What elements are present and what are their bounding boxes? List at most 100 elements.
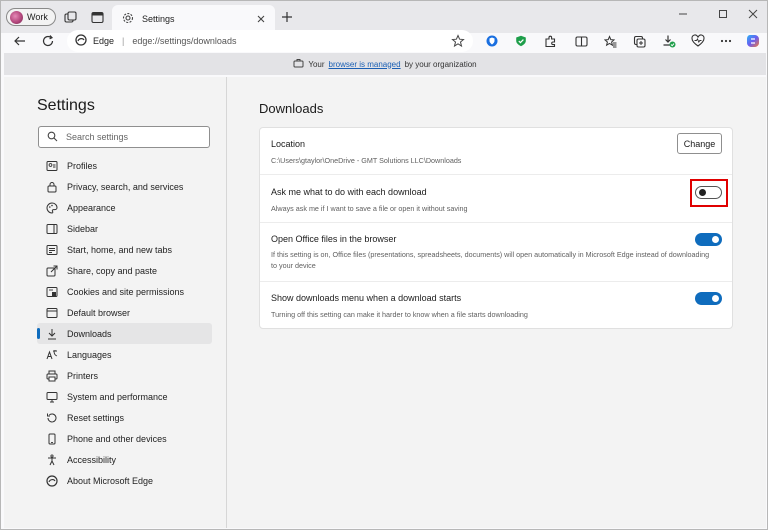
location-title: Location bbox=[271, 139, 306, 149]
location-path: C:\Users\gtaylor\OneDrive - GMT Solution… bbox=[271, 156, 462, 165]
sidebar-item-label: About Microsoft Edge bbox=[67, 475, 154, 486]
address-brand: Edge bbox=[93, 36, 115, 46]
new-tab-icon[interactable] bbox=[280, 10, 294, 24]
language-icon bbox=[46, 349, 58, 361]
vertical-tabs-icon[interactable] bbox=[89, 9, 105, 25]
sidebar-item-share-copy[interactable]: Share, copy and paste bbox=[37, 260, 212, 281]
ask-download-desc: Always ask me if I want to save a file o… bbox=[271, 204, 468, 213]
gear-icon bbox=[122, 12, 134, 26]
sidebar-item-label: Languages bbox=[67, 349, 112, 360]
close-window-icon[interactable] bbox=[746, 7, 760, 21]
sidebar-item-printers[interactable]: Printers bbox=[37, 365, 212, 386]
sidebar-item-sidebar[interactable]: Sidebar bbox=[37, 218, 212, 239]
sidebar-item-phone[interactable]: Phone and other devices bbox=[37, 428, 212, 449]
page-title: Downloads bbox=[259, 101, 324, 116]
extensions-puzzle-icon[interactable] bbox=[542, 33, 558, 49]
downloads-menu-toggle[interactable] bbox=[695, 292, 722, 305]
sidebar-item-privacy[interactable]: Privacy, search, and services bbox=[37, 176, 212, 197]
accessibility-icon bbox=[46, 453, 58, 466]
change-location-button[interactable]: Change bbox=[677, 133, 722, 154]
download-icon bbox=[46, 328, 58, 340]
avatar bbox=[10, 10, 23, 24]
lock-icon bbox=[46, 181, 58, 193]
extension-blue-shield-icon[interactable] bbox=[484, 33, 500, 49]
copilot-icon[interactable] bbox=[745, 33, 761, 49]
sidebar-item-label: Privacy, search, and services bbox=[67, 181, 184, 192]
sidebar-item-label: Appearance bbox=[67, 202, 116, 213]
address-url[interactable]: edge://settings/downloads bbox=[132, 36, 236, 46]
sidebar-item-appearance[interactable]: Appearance bbox=[37, 197, 212, 218]
ask-download-title: Ask me what to do with each download bbox=[271, 187, 427, 197]
sidebar-item-label: Accessibility bbox=[67, 454, 117, 465]
downloads-toolbar-icon[interactable] bbox=[661, 33, 677, 49]
managed-link[interactable]: browser is managed bbox=[329, 60, 401, 69]
sidebar-item-label: Reset settings bbox=[67, 412, 125, 423]
sidebar-item-languages[interactable]: Languages bbox=[37, 344, 212, 365]
sidebar-item-label: System and performance bbox=[67, 391, 168, 402]
sidebar-item-label: Default browser bbox=[67, 307, 131, 318]
sidebar-item-reset[interactable]: Reset settings bbox=[37, 407, 212, 428]
edge-icon bbox=[46, 474, 58, 487]
tab-close-icon[interactable] bbox=[255, 13, 267, 25]
managed-suffix: by your organization bbox=[404, 59, 477, 69]
sidebar-item-default-browser[interactable]: Default browser bbox=[37, 302, 212, 323]
sidebar-icon bbox=[46, 223, 58, 235]
managed-prefix: Your bbox=[308, 59, 325, 69]
address-separator: | bbox=[122, 36, 125, 46]
sidebar-item-start-home[interactable]: Start, home, and new tabs bbox=[37, 239, 212, 260]
title-bar: Work Settings bbox=[1, 1, 767, 33]
maximize-icon[interactable] bbox=[716, 7, 730, 21]
toolbar: Edge | edge://settings/downloads bbox=[1, 30, 767, 52]
sidebar-item-label: Printers bbox=[67, 370, 99, 381]
sidebar-item-about[interactable]: About Microsoft Edge bbox=[37, 470, 212, 491]
settings-sidebar: Settings Profiles Privacy, search, and s… bbox=[4, 77, 226, 528]
browser-essentials-icon[interactable] bbox=[690, 33, 706, 49]
ask-download-row: Ask me what to do with each download Alw… bbox=[260, 175, 732, 223]
sidebar-item-downloads[interactable]: Downloads bbox=[37, 323, 212, 344]
sidebar-item-accessibility[interactable]: Accessibility bbox=[37, 449, 212, 470]
sidebar-item-system[interactable]: System and performance bbox=[37, 386, 212, 407]
sidebar-item-label: Share, copy and paste bbox=[67, 265, 158, 276]
favorites-icon[interactable] bbox=[602, 33, 618, 49]
printer-icon bbox=[46, 370, 58, 382]
favorite-star-icon[interactable] bbox=[451, 34, 465, 48]
system-icon bbox=[46, 391, 58, 403]
palette-icon bbox=[46, 201, 58, 214]
downloads-menu-row: Show downloads menu when a download star… bbox=[260, 282, 732, 329]
extension-green-shield-icon[interactable] bbox=[513, 33, 529, 49]
reset-icon bbox=[46, 412, 58, 424]
cookie-icon bbox=[46, 286, 58, 298]
collections-icon[interactable] bbox=[631, 33, 647, 49]
split-screen-icon[interactable] bbox=[573, 33, 589, 49]
settings-title: Settings bbox=[37, 97, 95, 114]
home-icon bbox=[46, 244, 58, 256]
sidebar-item-label: Profiles bbox=[67, 160, 98, 171]
sidebar-item-cookies[interactable]: Cookies and site permissions bbox=[37, 281, 212, 302]
office-files-title: Open Office files in the browser bbox=[271, 234, 397, 244]
office-files-toggle[interactable] bbox=[695, 233, 722, 246]
minimize-icon[interactable] bbox=[676, 7, 690, 21]
downloads-menu-title: Show downloads menu when a download star… bbox=[271, 293, 462, 303]
browser-icon bbox=[46, 307, 58, 319]
more-options-icon[interactable] bbox=[718, 33, 734, 49]
sidebar-item-label: Downloads bbox=[67, 328, 112, 339]
browser-window: Work Settings Edge | edge://settings/dow… bbox=[0, 0, 768, 530]
address-bar[interactable]: Edge | edge://settings/downloads bbox=[67, 30, 473, 52]
search-input[interactable] bbox=[66, 132, 206, 142]
edge-logo-icon bbox=[75, 34, 87, 48]
managed-notice: Your browser is managed by your organiza… bbox=[4, 53, 766, 75]
profile-button[interactable]: Work bbox=[6, 8, 56, 26]
location-row: Location C:\Users\gtaylor\OneDrive - GMT… bbox=[260, 128, 732, 175]
tab-settings[interactable]: Settings bbox=[112, 5, 275, 33]
profile-icon bbox=[46, 160, 58, 172]
sidebar-item-profiles[interactable]: Profiles bbox=[37, 155, 212, 176]
back-icon[interactable] bbox=[12, 33, 28, 49]
sidebar-item-label: Cookies and site permissions bbox=[67, 286, 185, 297]
search-field[interactable] bbox=[38, 126, 210, 148]
office-files-row: Open Office files in the browser If this… bbox=[260, 223, 732, 282]
sidebar-item-label: Phone and other devices bbox=[67, 433, 167, 444]
briefcase-icon bbox=[293, 58, 304, 70]
refresh-icon[interactable] bbox=[40, 33, 56, 49]
phone-icon bbox=[46, 433, 58, 445]
workspaces-icon[interactable] bbox=[62, 9, 78, 25]
